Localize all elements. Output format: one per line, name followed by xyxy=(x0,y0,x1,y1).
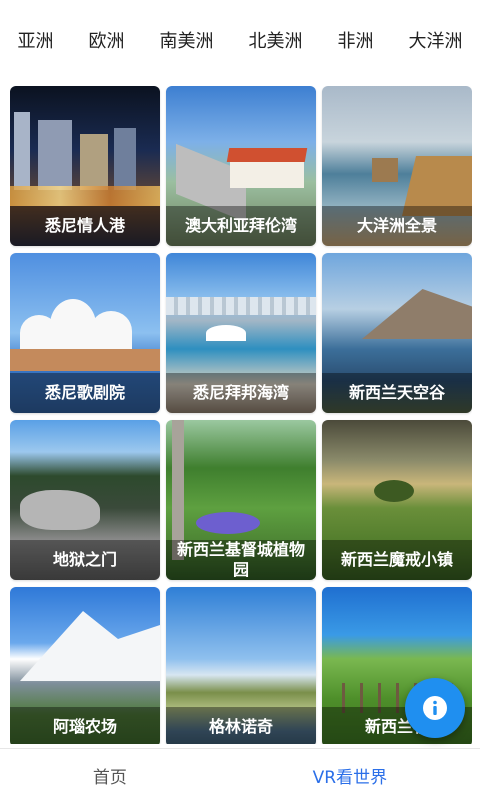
bottom-nav: 首页 VR看世界 xyxy=(0,748,480,801)
destination-card[interactable]: 阿瑙农场 xyxy=(10,587,160,744)
destination-title: 新西兰基督城植物园 xyxy=(166,540,316,580)
tab-oceania[interactable]: 大洋洲 xyxy=(405,27,467,53)
tab-north-america[interactable]: 北美洲 xyxy=(245,27,307,53)
tab-europe[interactable]: 欧洲 xyxy=(85,27,129,53)
info-icon xyxy=(423,696,447,720)
destination-card[interactable]: 澳大利亚拜伦湾 xyxy=(166,86,316,246)
destination-title: 新西兰天空谷 xyxy=(322,373,472,413)
destination-title: 悉尼拜邦海湾 xyxy=(166,373,316,413)
destination-title: 大洋洲全景 xyxy=(322,206,472,246)
continent-tabs: 亚洲 欧洲 南美洲 北美洲 非洲 大洋洲 xyxy=(0,0,480,80)
destination-title: 悉尼歌剧院 xyxy=(10,373,160,413)
destination-card[interactable]: 悉尼歌剧院 xyxy=(10,253,160,413)
destination-card[interactable]: 新西兰天空谷 xyxy=(322,253,472,413)
destination-card[interactable]: 格林诺奇 xyxy=(166,587,316,744)
destination-card[interactable]: 悉尼拜邦海湾 xyxy=(166,253,316,413)
tab-africa[interactable]: 非洲 xyxy=(334,27,378,53)
destination-grid: 悉尼情人港 澳大利亚拜伦湾 大洋洲全景 悉尼歌剧院 悉尼拜邦海湾 新西兰天空谷 … xyxy=(10,86,472,744)
destination-title: 悉尼情人港 xyxy=(10,206,160,246)
destination-title: 地狱之门 xyxy=(10,540,160,580)
destination-card[interactable]: 大洋洲全景 xyxy=(322,86,472,246)
nav-home[interactable]: 首页 xyxy=(93,763,127,788)
nav-vr-world[interactable]: VR看世界 xyxy=(313,763,387,788)
tab-asia[interactable]: 亚洲 xyxy=(14,27,58,53)
destination-title: 新西兰魔戒小镇 xyxy=(322,540,472,580)
info-button[interactable] xyxy=(405,678,465,738)
destination-title: 阿瑙农场 xyxy=(10,707,160,744)
destination-card[interactable]: 悉尼情人港 xyxy=(10,86,160,246)
destination-card[interactable]: 地狱之门 xyxy=(10,420,160,580)
destination-title: 格林诺奇 xyxy=(166,707,316,744)
tab-south-america[interactable]: 南美洲 xyxy=(156,27,218,53)
destination-title: 澳大利亚拜伦湾 xyxy=(166,206,316,246)
destination-card[interactable]: 新西兰魔戒小镇 xyxy=(322,420,472,580)
destination-card[interactable]: 新西兰基督城植物园 xyxy=(166,420,316,580)
